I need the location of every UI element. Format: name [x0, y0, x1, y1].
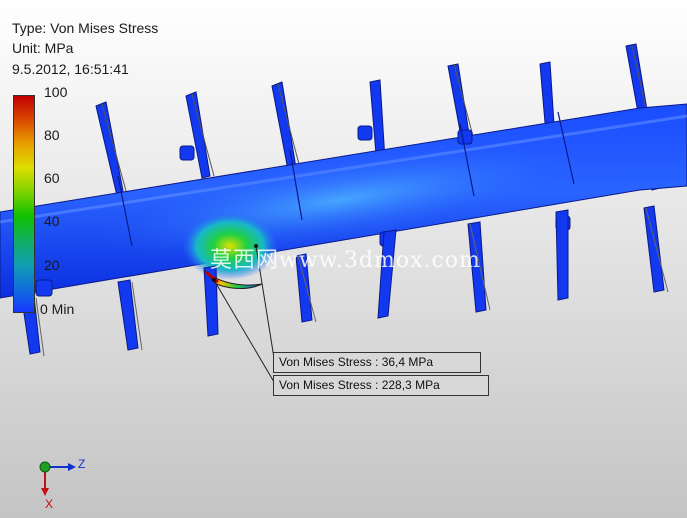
legend-label-20: 20: [44, 257, 60, 273]
legend-label-60: 60: [44, 170, 60, 186]
axis-x-label: X: [45, 497, 54, 511]
result-timestamp: 9.5.2012, 16:51:41: [12, 61, 129, 77]
watermark: 莫西网www.3dmox.com: [210, 248, 481, 273]
legend-label-80: 80: [44, 127, 60, 143]
result-unit: Unit: MPa: [12, 40, 74, 56]
probe-label-2[interactable]: Von Mises Stress : 228,3 MPa: [273, 375, 489, 396]
probe-label-1[interactable]: Von Mises Stress : 36,4 MPa: [273, 352, 481, 373]
legend-label-min: 0 Min: [40, 301, 75, 317]
color-legend-bar: [13, 95, 35, 313]
result-type: Type: Von Mises Stress: [12, 20, 159, 36]
legend-label-max: 100: [44, 84, 68, 100]
axis-z-label: Z: [78, 457, 86, 471]
graphics-viewport[interactable]: Type: Von Mises Stress Unit: MPa 9.5.201…: [0, 0, 687, 518]
probe-point-2: [212, 278, 216, 282]
legend-label-40: 40: [44, 213, 60, 229]
